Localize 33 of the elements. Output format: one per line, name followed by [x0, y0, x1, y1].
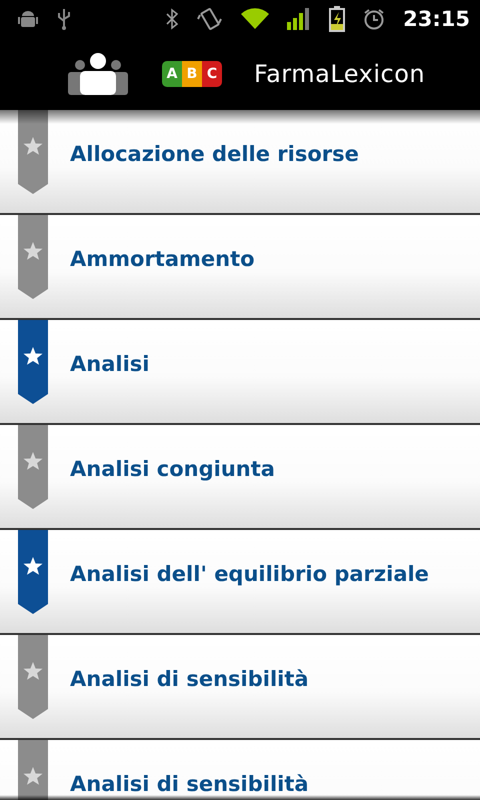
logo-letter: B: [182, 61, 202, 87]
term-label: Allocazione delle risorse: [70, 141, 359, 167]
bookmark-ribbon-icon[interactable]: [18, 530, 48, 614]
android-icon: [18, 9, 38, 29]
term-row[interactable]: Analisi di sensibilità: [0, 635, 480, 740]
term-row[interactable]: Analisi dell' equilibrio parziale: [0, 530, 480, 635]
wifi-icon: [241, 8, 270, 30]
signal-icon: [287, 8, 312, 30]
vibrate-icon: [197, 7, 224, 31]
bluetooth-icon: [165, 8, 180, 30]
logo-letter: C: [202, 61, 222, 87]
usb-icon: [56, 7, 72, 31]
term-label: Analisi di sensibilità: [70, 666, 309, 692]
abc-logo[interactable]: A B C: [162, 61, 222, 87]
people-icon[interactable]: [68, 53, 128, 95]
clock-time: 23:15: [403, 7, 470, 31]
bookmark-ribbon-icon[interactable]: [18, 740, 48, 800]
bookmark-ribbon-icon[interactable]: [18, 320, 48, 404]
battery-charging-icon: [329, 6, 346, 32]
logo-letter: A: [162, 61, 182, 87]
bookmark-ribbon-icon[interactable]: [18, 110, 48, 194]
term-row[interactable]: Analisi: [0, 320, 480, 425]
term-row[interactable]: Ammortamento: [0, 215, 480, 320]
term-label: Analisi dell' equilibrio parziale: [70, 561, 429, 587]
alarm-icon: [363, 8, 386, 30]
term-row[interactable]: Analisi di sensibilità: [0, 740, 480, 800]
term-label: Ammortamento: [70, 246, 255, 272]
term-label: Analisi: [70, 351, 150, 377]
term-row[interactable]: Analisi congiunta: [0, 425, 480, 530]
term-row[interactable]: Allocazione delle risorse: [0, 110, 480, 215]
term-label: Analisi congiunta: [70, 456, 275, 482]
term-label: Analisi di sensibilità: [70, 771, 309, 797]
app-title: FarmaLexicon: [254, 60, 426, 88]
